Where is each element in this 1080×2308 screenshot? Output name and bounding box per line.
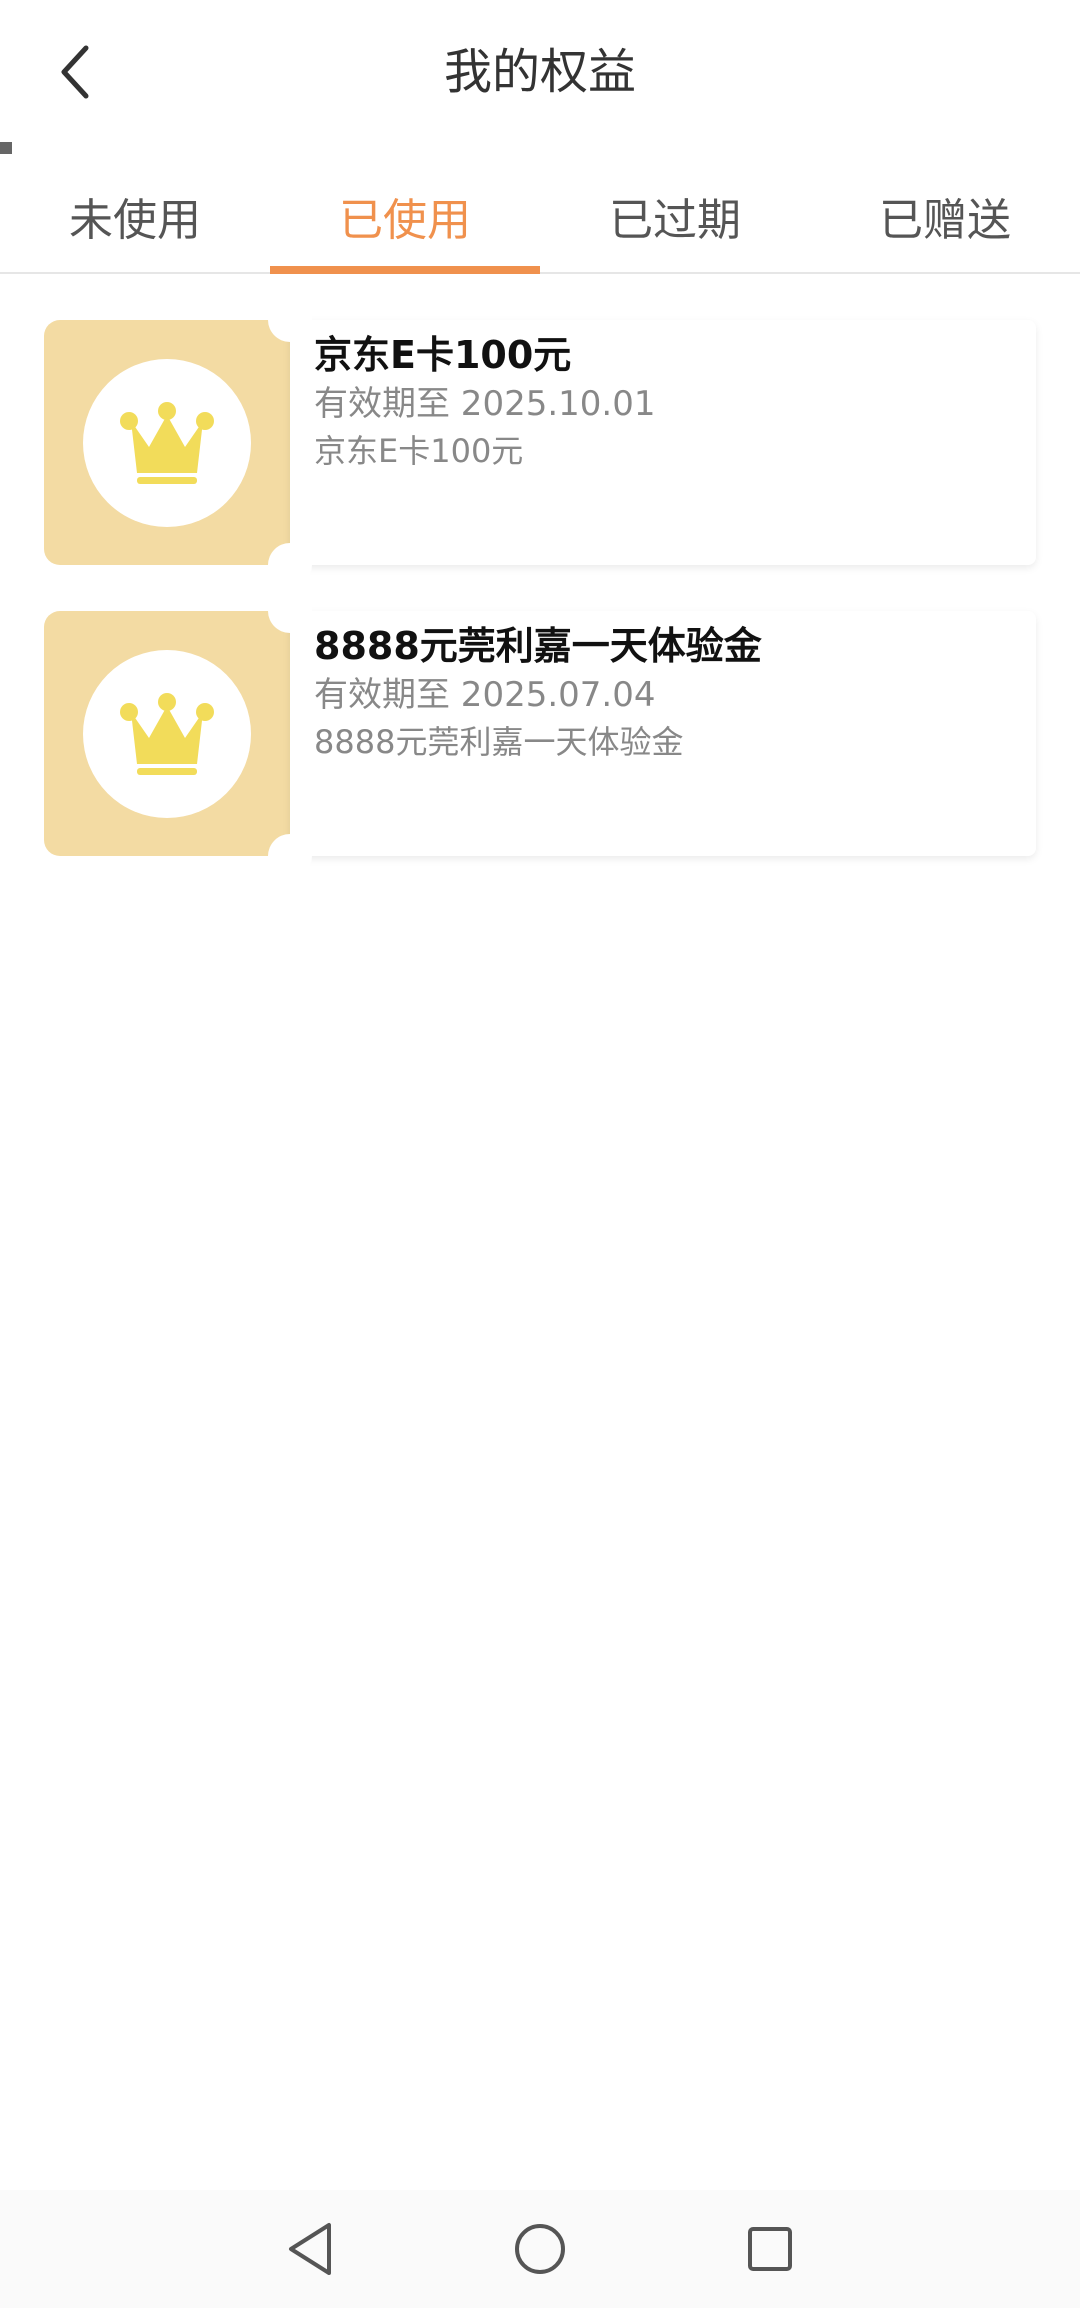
card-expiry: 有效期至 2025.07.04 xyxy=(314,675,656,715)
card-notch xyxy=(268,834,312,878)
tab-gifted[interactable]: 已赠送 xyxy=(810,160,1080,272)
system-navigation-bar xyxy=(0,2190,1080,2308)
back-triangle-icon xyxy=(289,2223,331,2275)
tab-unused[interactable]: 未使用 xyxy=(0,160,270,272)
tab-expired[interactable]: 已过期 xyxy=(540,160,810,272)
card-description: 京东E卡100元 xyxy=(314,432,524,470)
benefit-card[interactable]: 京东E卡100元 有效期至 2025.10.01 京东E卡100元 xyxy=(44,298,1036,587)
card-content: 京东E卡100元 有效期至 2025.10.01 京东E卡100元 xyxy=(290,320,1036,565)
card-expiry: 有效期至 2025.10.01 xyxy=(314,384,656,424)
card-title: 京东E卡100元 xyxy=(314,333,572,377)
crown-icon xyxy=(120,692,214,775)
icon-circle xyxy=(83,358,251,527)
card-icon-panel xyxy=(44,611,290,856)
tab-bar: 未使用 已使用 已过期 已赠送 xyxy=(0,160,1080,274)
tab-used[interactable]: 已使用 xyxy=(270,160,540,274)
card-description: 8888元莞利嘉一天体验金 xyxy=(314,723,684,761)
crown-icon xyxy=(120,401,214,484)
icon-circle xyxy=(83,649,251,818)
nav-home-button[interactable] xyxy=(505,2214,575,2284)
benefit-card[interactable]: 8888元莞利嘉一天体验金 有效期至 2025.07.04 8888元莞利嘉一天… xyxy=(44,589,1036,878)
card-notch xyxy=(268,589,312,633)
nav-recents-button[interactable] xyxy=(735,2214,805,2284)
recents-square-icon xyxy=(748,2227,792,2271)
card-notch xyxy=(268,543,312,587)
home-circle-icon xyxy=(515,2224,565,2274)
card-title: 8888元莞利嘉一天体验金 xyxy=(314,624,762,668)
edge-indicator xyxy=(0,142,12,154)
header: 我的权益 xyxy=(0,0,1080,140)
benefit-list: 京东E卡100元 有效期至 2025.10.01 京东E卡100元 8888元莞… xyxy=(0,298,1080,902)
card-notch xyxy=(268,298,312,342)
card-icon-panel xyxy=(44,320,290,565)
card-content: 8888元莞利嘉一天体验金 有效期至 2025.07.04 8888元莞利嘉一天… xyxy=(290,611,1036,856)
nav-back-button[interactable] xyxy=(275,2214,345,2284)
page-title: 我的权益 xyxy=(443,44,636,100)
